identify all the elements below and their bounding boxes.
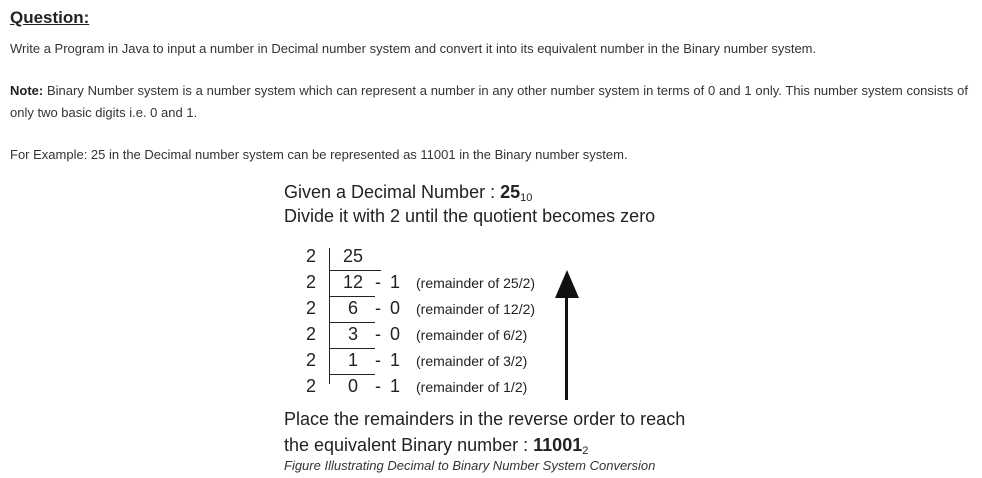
division-underline	[329, 270, 381, 271]
quotient: 3	[347, 324, 358, 344]
quotient: 0	[347, 376, 358, 396]
quotient: 25	[342, 246, 364, 266]
given-line: Given a Decimal Number : 2510	[284, 182, 532, 204]
remainder-note: (remainder of 3/2)	[416, 353, 528, 369]
equiv-number: 11001	[533, 435, 583, 455]
quotient: 1	[347, 350, 358, 370]
dash: -	[375, 298, 381, 318]
equiv-prefix: the equivalent Binary number :	[284, 435, 534, 455]
place-instruction: Place the remainders in the reverse orde…	[284, 409, 686, 429]
divisor: 2	[306, 376, 317, 396]
note-paragraph: Note: Binary Number system is a number s…	[10, 80, 968, 124]
quotient: 6	[347, 298, 358, 318]
up-arrow-shaft	[565, 292, 568, 400]
division-underline	[329, 374, 375, 375]
divisor: 2	[306, 350, 317, 370]
note-text: Binary Number system is a number system …	[10, 83, 968, 120]
remainder: 1	[389, 376, 400, 396]
remainder: 0	[389, 324, 400, 344]
division-underline	[329, 296, 375, 297]
divisor: 2	[306, 298, 317, 318]
remainder-note: (remainder of 1/2)	[416, 379, 528, 395]
quotient: 12	[342, 272, 364, 292]
dash: -	[375, 376, 381, 396]
divisor: 2	[306, 272, 317, 292]
remainder-note: (remainder of 25/2)	[416, 275, 536, 291]
equivalent-line: the equivalent Binary number : 110012	[284, 435, 588, 457]
remainder-note: (remainder of 12/2)	[416, 301, 536, 317]
remainder: 1	[389, 350, 400, 370]
given-number: 25	[500, 182, 521, 202]
up-arrow-icon	[555, 270, 579, 298]
remainder: 0	[389, 298, 400, 318]
division-underline	[329, 348, 375, 349]
divisor: 2	[306, 246, 317, 266]
divisor: 2	[306, 324, 317, 344]
figure-caption: Figure Illustrating Decimal to Binary Nu…	[284, 458, 656, 473]
example-text: For Example: 25 in the Decimal number sy…	[10, 147, 628, 162]
question-heading: Question:	[10, 8, 90, 27]
dash: -	[375, 272, 381, 292]
dash: -	[375, 324, 381, 344]
question-text: Write a Program in Java to input a numbe…	[10, 41, 817, 56]
equiv-base: 2	[582, 445, 589, 457]
remainder-note: (remainder of 6/2)	[416, 327, 528, 343]
given-base: 10	[520, 192, 533, 204]
conversion-figure: Given a Decimal Number : 2510 Divide it …	[284, 180, 724, 475]
division-vertical-line	[329, 248, 330, 384]
given-prefix: Given a Decimal Number :	[284, 182, 501, 202]
remainder: 1	[389, 272, 400, 292]
dash: -	[375, 350, 381, 370]
division-underline	[329, 322, 375, 323]
divide-instruction: Divide it with 2 until the quotient beco…	[284, 206, 656, 226]
note-label: Note:	[10, 83, 44, 98]
